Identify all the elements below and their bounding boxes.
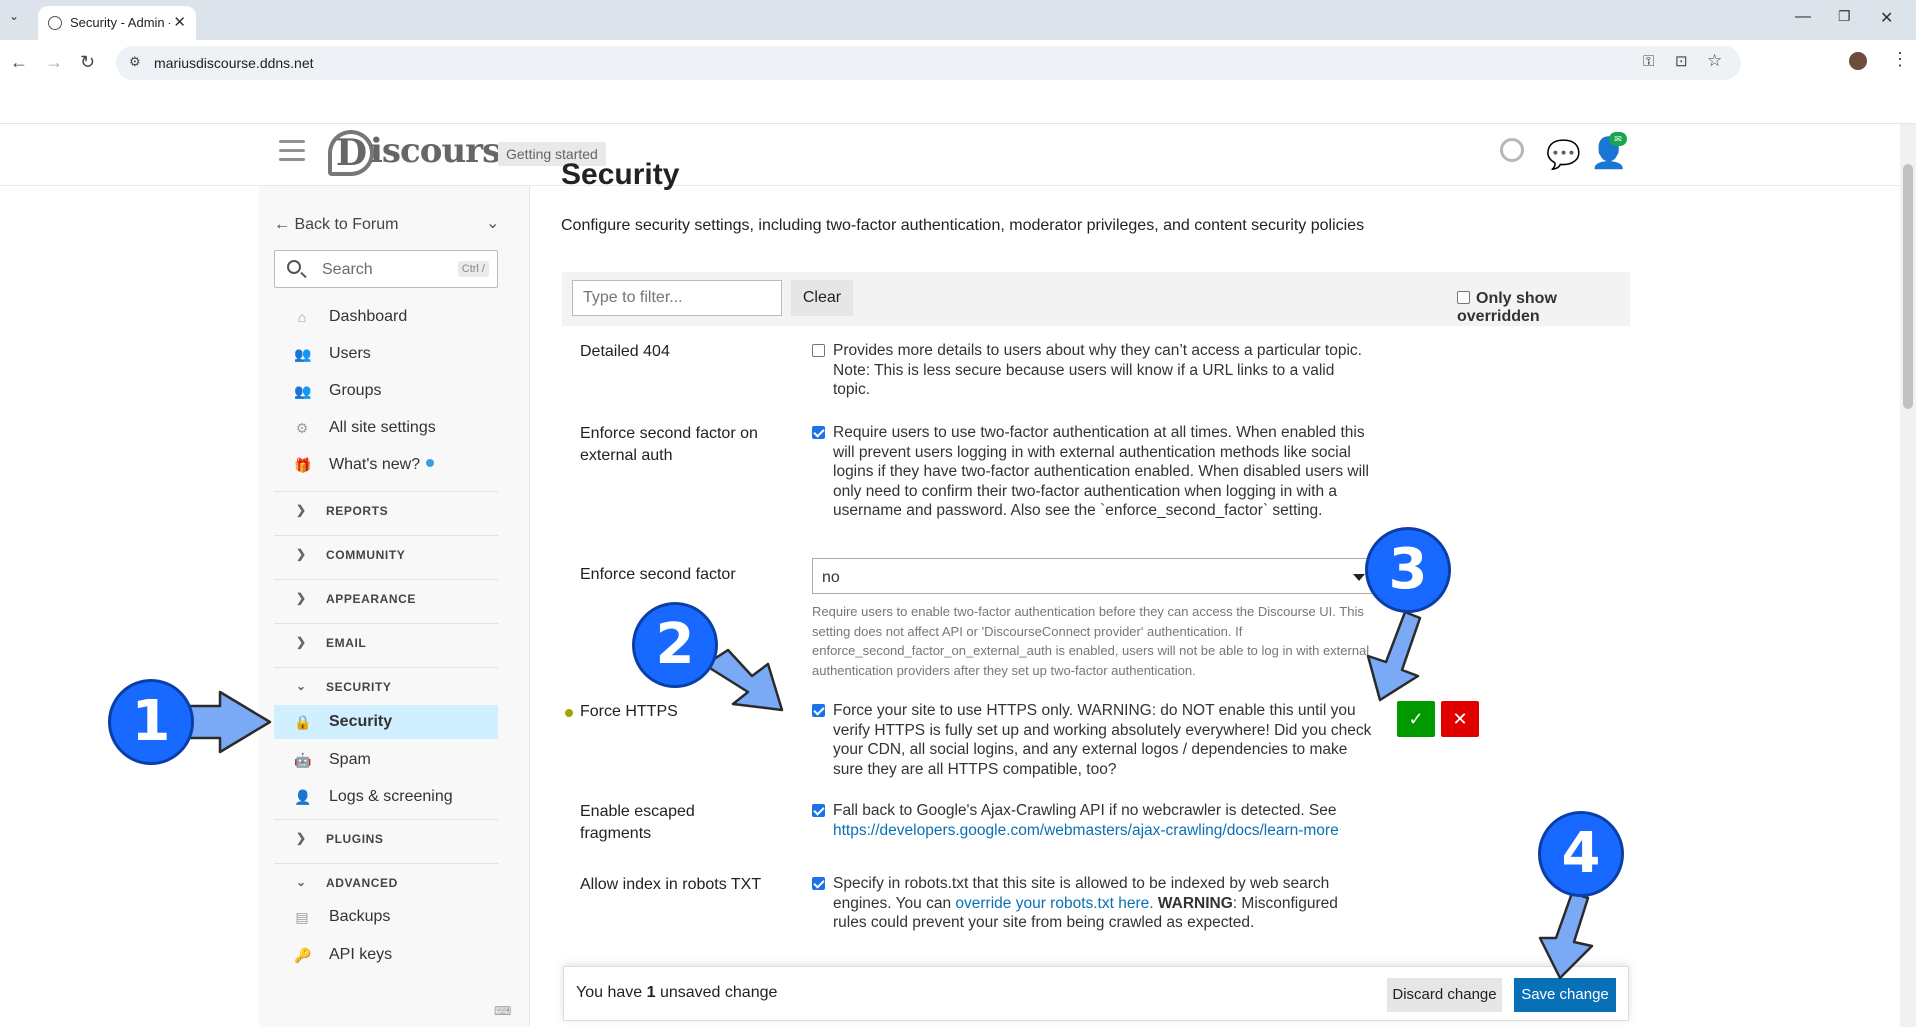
step-badge-4: 4 [1538, 811, 1624, 897]
step-badge-1: 1 [108, 679, 194, 765]
arrow-2 [703, 648, 784, 712]
annotation-arrows [183, 610, 1594, 980]
arrow-1 [183, 690, 272, 754]
step-badge-3: 3 [1365, 527, 1451, 613]
arrow-4 [1538, 891, 1594, 980]
arrow-3 [1366, 610, 1422, 702]
step-badge-2: 2 [632, 602, 718, 688]
